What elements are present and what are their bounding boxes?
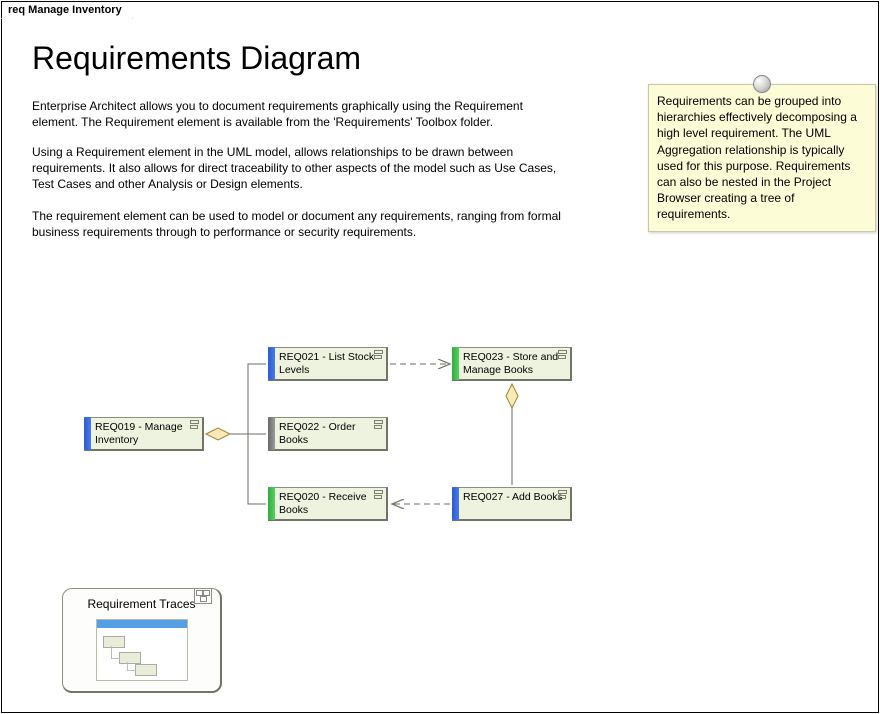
requirement-label: REQ027 - Add Books [463,491,563,503]
element-corner-icon [374,350,383,358]
description-paragraph-2: Using a Requirement element in the UML m… [32,144,572,193]
description-paragraph-3: The requirement element can be used to m… [32,208,572,240]
requirement-req022[interactable]: REQ022 - Order Books [268,417,388,451]
status-bar-icon [268,487,275,520]
description-paragraph-1: Enterprise Architect allows you to docum… [32,98,572,130]
diagram-frame: req Manage Inventory Requirements Diagra… [1,1,879,713]
pin-icon [753,75,771,93]
element-corner-icon [558,350,567,358]
requirement-req023[interactable]: REQ023 - Store and Manage Books [452,347,572,381]
requirement-label: REQ023 - Store and Manage Books [463,351,558,376]
element-corner-icon [558,490,567,498]
element-corner-icon [374,420,383,428]
requirement-label: REQ021 - List Stock Levels [279,351,374,376]
requirement-label: REQ020 - Receive Books [279,491,367,516]
diagram-title: Requirements Diagram [32,40,361,77]
status-bar-icon [452,487,459,520]
requirement-label: REQ019 - Manage Inventory [95,421,183,446]
requirement-label: REQ022 - Order Books [279,421,355,446]
element-corner-icon [374,490,383,498]
status-bar-icon [452,347,459,380]
frame-tab: req Manage Inventory [1,1,133,19]
subdiagram-requirement-traces[interactable]: Requirement Traces [62,588,222,693]
requirement-req019[interactable]: REQ019 - Manage Inventory [84,417,204,451]
requirement-req027[interactable]: REQ027 - Add Books [452,487,572,521]
composite-structure-icon [194,588,212,604]
sticky-note-text: Requirements can be grouped into hierarc… [657,94,857,221]
subdiagram-thumbnail-icon [96,619,188,681]
status-bar-icon [268,417,275,450]
subdiagram-label: Requirement Traces [87,597,195,611]
requirement-req020[interactable]: REQ020 - Receive Books [268,487,388,521]
status-bar-icon [268,347,275,380]
element-corner-icon [190,420,199,428]
requirement-req021[interactable]: REQ021 - List Stock Levels [268,347,388,381]
status-bar-icon [84,417,91,450]
sticky-note[interactable]: Requirements can be grouped into hierarc… [648,84,876,232]
